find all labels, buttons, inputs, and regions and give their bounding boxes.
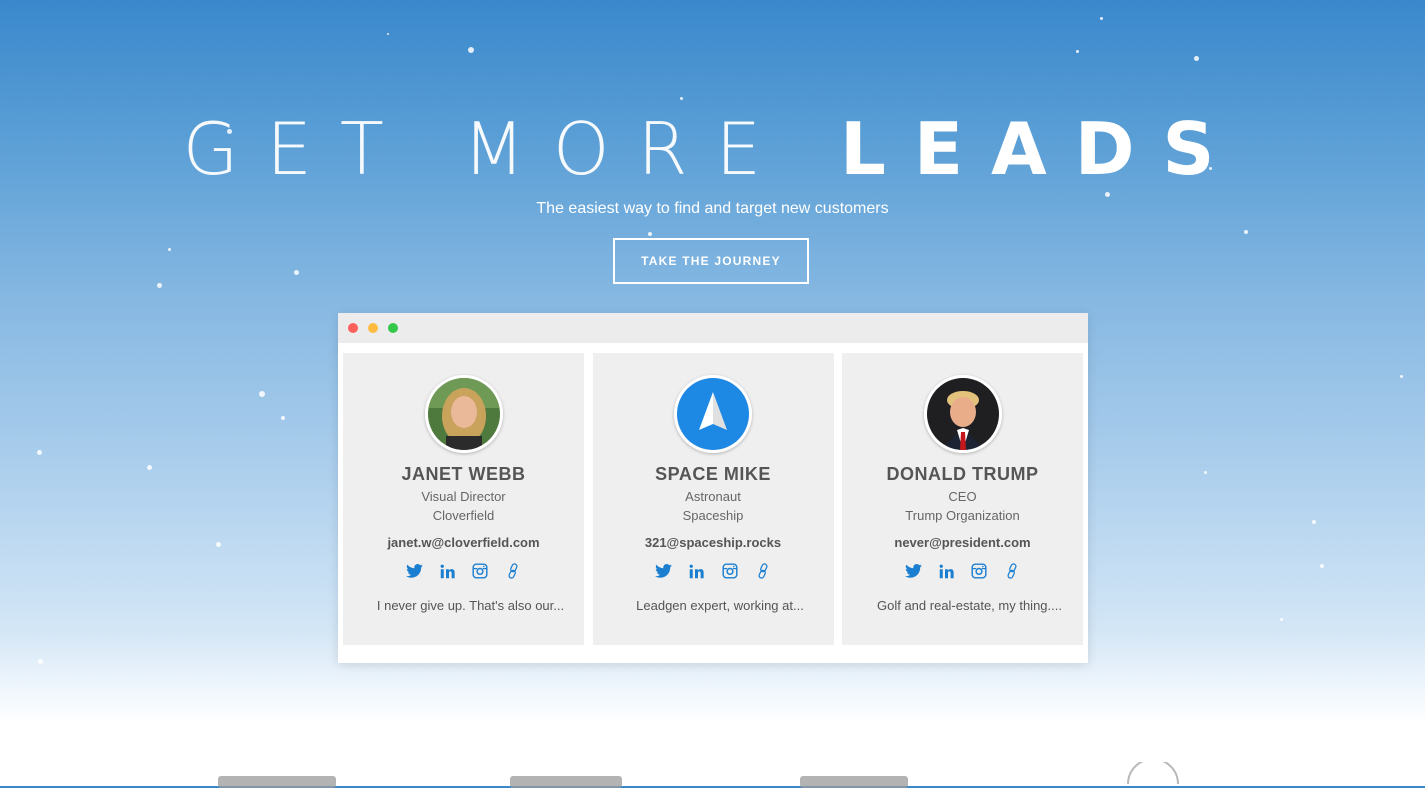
lead-bio: Leadgen expert, working at... [636, 598, 804, 613]
lead-name: DONALD TRUMP [886, 464, 1039, 484]
window-minimize-icon [368, 323, 378, 333]
lead-name: JANET WEBB [401, 464, 526, 484]
lead-card[interactable]: DONALD TRUMP CEO Trump Organization neve… [842, 353, 1083, 645]
hero-subtitle: The easiest way to find and target new c… [536, 200, 889, 217]
linkedin-icon[interactable] [937, 562, 955, 580]
lead-role: Astronaut [685, 489, 741, 504]
window-close-icon [348, 323, 358, 333]
client-logos-strip [0, 762, 1425, 788]
linkedin-icon[interactable] [438, 562, 456, 580]
social-links [343, 562, 584, 580]
avatar [424, 375, 503, 453]
take-the-journey-button[interactable]: TAKE THE JOURNEY [613, 238, 809, 284]
hero-title-light: GET MORE [182, 107, 790, 191]
window-maximize-icon [388, 323, 398, 333]
hero-title-bold: LEADS [839, 107, 1243, 191]
lead-bio: I never give up. That's also our... [376, 598, 565, 613]
social-links [593, 562, 834, 580]
instagram-icon[interactable] [471, 562, 489, 580]
lead-role: Visual Director [421, 489, 506, 504]
twitter-icon[interactable] [405, 562, 423, 580]
lead-card[interactable]: SPACE MIKE Astronaut Spaceship 321@space… [592, 353, 834, 645]
client-logo [218, 776, 336, 788]
lead-company: Spaceship [682, 508, 744, 523]
lead-company: Trump Organization [905, 508, 1020, 523]
lead-card[interactable]: JANET WEBB Visual Director Cloverfield j… [343, 353, 584, 645]
lead-company: Cloverfield [432, 508, 495, 523]
avatar [923, 375, 1002, 453]
lead-name: SPACE MIKE [655, 464, 771, 484]
lead-bio: Golf and real-estate, my thing.... [877, 598, 1062, 613]
social-links [842, 562, 1083, 580]
twitter-icon[interactable] [904, 562, 922, 580]
link-icon[interactable] [1003, 562, 1021, 580]
lead-email[interactable]: 321@spaceship.rocks [593, 535, 834, 550]
lead-cards: JANET WEBB Visual Director Cloverfield j… [343, 353, 1083, 645]
twitter-icon[interactable] [655, 562, 673, 580]
hero-title: GET MORE LEADS [0, 112, 1425, 186]
link-icon[interactable] [754, 562, 772, 580]
avatar [674, 375, 752, 453]
client-logo [800, 776, 908, 788]
lead-email[interactable]: janet.w@cloverfield.com [343, 535, 584, 550]
linkedin-icon[interactable] [688, 562, 706, 580]
lead-email[interactable]: never@president.com [842, 535, 1083, 550]
window-title-bar [338, 313, 1088, 343]
instagram-icon[interactable] [721, 562, 739, 580]
link-icon[interactable] [504, 562, 522, 580]
browser-window-mockup: JANET WEBB Visual Director Cloverfield j… [338, 313, 1088, 663]
lead-role: CEO [948, 489, 977, 504]
client-logo [510, 776, 622, 788]
instagram-icon[interactable] [970, 562, 988, 580]
client-logo [1127, 762, 1179, 785]
